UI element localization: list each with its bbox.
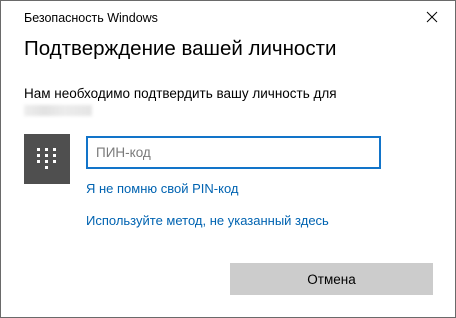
close-button[interactable] xyxy=(409,1,455,33)
window-title: Безопасность Windows xyxy=(24,11,158,25)
cancel-button[interactable]: Отмена xyxy=(230,263,433,295)
dialog-heading: Подтверждение вашей личности xyxy=(24,37,337,60)
title-bar: Безопасность Windows xyxy=(1,1,455,33)
keypad-icon xyxy=(37,148,56,169)
redacted-app-name xyxy=(24,105,92,116)
security-dialog-window: Безопасность Windows Подтверждение вашей… xyxy=(0,0,456,318)
verification-message: Нам необходимо подтвердить вашу личность… xyxy=(24,86,337,101)
other-method-link[interactable]: Используйте метод, не указанный здесь xyxy=(86,213,329,228)
forgot-pin-link[interactable]: Я не помню свой PIN-код xyxy=(86,181,239,196)
close-icon xyxy=(426,11,438,23)
keypad-tile xyxy=(24,134,70,184)
pin-input[interactable] xyxy=(86,136,381,169)
